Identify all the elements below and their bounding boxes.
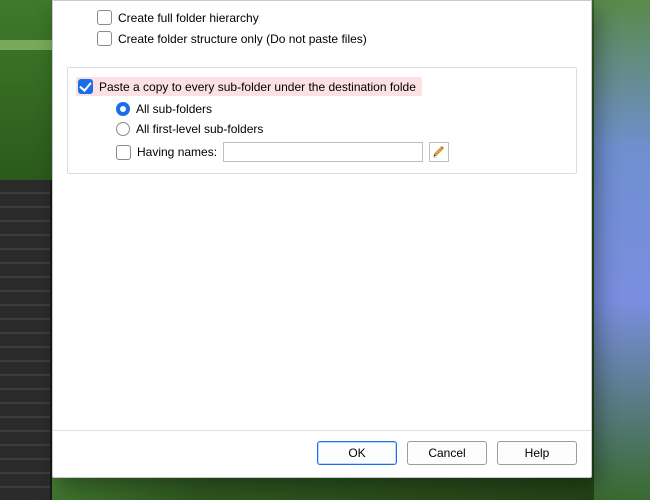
- radio-all-subfolders[interactable]: [116, 102, 130, 116]
- checkbox-create-full-hierarchy[interactable]: [97, 10, 112, 25]
- top-options-group: Create full folder hierarchy Create fold…: [67, 7, 577, 57]
- checkbox-paste-to-subfolders[interactable]: [78, 79, 93, 94]
- row-create-full-hierarchy[interactable]: Create full folder hierarchy: [75, 7, 569, 28]
- label-radio-all-subfolders: All sub-folders: [136, 102, 212, 116]
- paste-subfolders-group: Paste a copy to every sub-folder under t…: [67, 67, 577, 174]
- label-create-full-hierarchy: Create full folder hierarchy: [118, 11, 259, 25]
- paste-options-dialog: Create full folder hierarchy Create fold…: [52, 0, 592, 478]
- row-having-names[interactable]: Having names:: [76, 139, 568, 165]
- row-radio-all-subfolders[interactable]: All sub-folders: [76, 99, 568, 119]
- input-having-names[interactable]: [223, 142, 423, 162]
- checkbox-create-structure-only[interactable]: [97, 31, 112, 46]
- help-button[interactable]: Help: [497, 441, 577, 465]
- label-paste-to-subfolders: Paste a copy to every sub-folder under t…: [99, 80, 416, 94]
- checkbox-having-names[interactable]: [116, 145, 131, 160]
- dialog-footer: OK Cancel Help: [53, 430, 591, 477]
- row-radio-first-level[interactable]: All first-level sub-folders: [76, 119, 568, 139]
- edit-names-button[interactable]: [429, 142, 449, 162]
- row-paste-to-subfolders[interactable]: Paste a copy to every sub-folder under t…: [76, 74, 568, 99]
- label-create-structure-only: Create folder structure only (Do not pas…: [118, 32, 367, 46]
- cancel-button[interactable]: Cancel: [407, 441, 487, 465]
- pencil-icon: [432, 144, 446, 161]
- row-create-structure-only[interactable]: Create folder structure only (Do not pas…: [75, 28, 569, 49]
- ok-button[interactable]: OK: [317, 441, 397, 465]
- dialog-content: Create full folder hierarchy Create fold…: [53, 1, 591, 430]
- label-radio-first-level: All first-level sub-folders: [136, 122, 263, 136]
- label-having-names: Having names:: [137, 145, 217, 159]
- radio-first-level-subfolders[interactable]: [116, 122, 130, 136]
